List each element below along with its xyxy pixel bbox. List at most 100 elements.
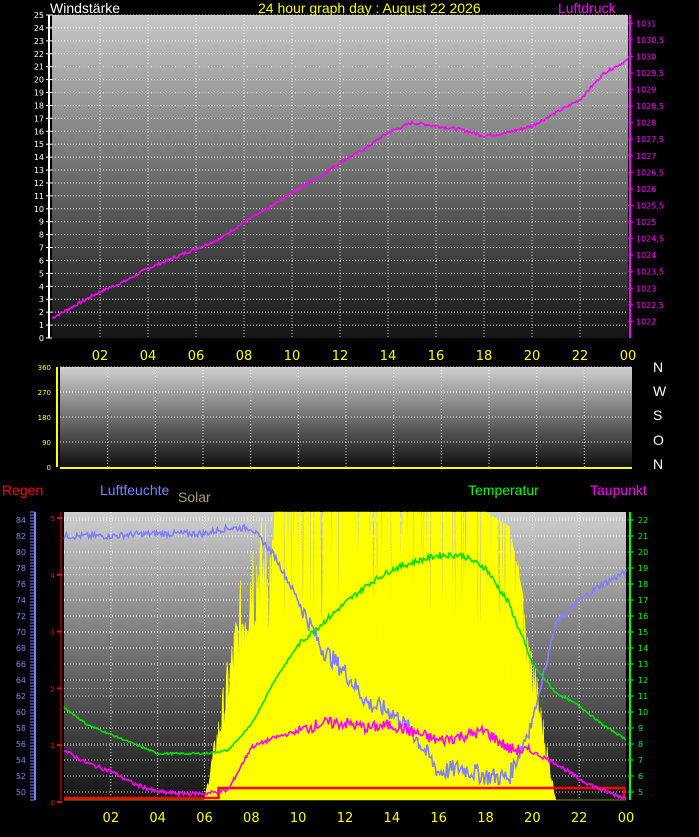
wind-tick-label: 12 xyxy=(34,179,44,188)
pressure-tick-label: 1028 xyxy=(636,119,656,128)
pressure-tick-label: 1023,5 xyxy=(636,268,664,277)
humidity-tick-label: 82 xyxy=(16,532,26,541)
wind-tick-label: 20 xyxy=(34,76,44,85)
chart-title: 24 hour graph day : August 22 2026 xyxy=(258,0,481,16)
panel1-x-tick-label: 22 xyxy=(572,349,589,364)
pressure-tick-label: 1028,5 xyxy=(636,102,664,111)
pressure-tick-label: 1024,5 xyxy=(636,235,664,244)
temperature-tick-label: 17 xyxy=(638,596,648,605)
direction-tick-label: 270 xyxy=(38,389,51,397)
pressure-tick-label: 1029 xyxy=(636,86,656,95)
pressure-tick-label: 1025,5 xyxy=(636,201,664,210)
temperature-tick-label: 5 xyxy=(638,788,643,797)
wind-tick-label: 24 xyxy=(34,24,44,33)
temperature-tick-label: 22 xyxy=(638,516,648,525)
humidity-tick-label: 54 xyxy=(16,756,26,765)
pressure-tick-label: 1022 xyxy=(636,317,656,326)
panel1-x-tick-label: 06 xyxy=(188,349,205,364)
wind-tick-label: 2 xyxy=(39,308,44,317)
rain-tick-label: 5 xyxy=(51,515,55,523)
panel3-x-tick-label: 00 xyxy=(618,811,635,826)
compass-north-bottom: N xyxy=(653,456,664,472)
temperature-tick-label: 21 xyxy=(638,532,648,541)
panel3-x-tick-label: 08 xyxy=(243,811,260,826)
temperature-label: Temperatur xyxy=(468,482,539,498)
chart-canvas: 0123456789101112131415161718192021222324… xyxy=(16,11,664,826)
pressure-tick-label: 1025 xyxy=(636,218,656,227)
direction-tick-label: 180 xyxy=(38,414,51,422)
wind-tick-label: 11 xyxy=(34,192,44,201)
panel3-x-tick-label: 18 xyxy=(477,811,494,826)
pressure-tick-label: 1029,5 xyxy=(636,69,664,78)
temperature-tick-label: 10 xyxy=(638,708,648,717)
wind-tick-label: 6 xyxy=(39,256,44,265)
humidity-label: Luftfeuchte xyxy=(100,482,170,498)
panel3-x-tick-label: 02 xyxy=(103,811,120,826)
compass-south: S xyxy=(653,407,663,423)
humidity-tick-label: 66 xyxy=(16,660,26,669)
direction-tick-label: 360 xyxy=(38,364,51,372)
direction-tick-label: 90 xyxy=(42,439,51,447)
compass-east: O xyxy=(653,432,664,448)
weather-graph: 0 1 2 3 4 5 6 7 8 9 10 11 12 13 14 15 16 17 18 19 20 21 22 23 24… xyxy=(0,0,699,833)
pressure-tick-label: 1030,5 xyxy=(636,36,664,45)
humidity-tick-label: 56 xyxy=(16,740,26,749)
humidity-tick-label: 72 xyxy=(16,612,26,621)
pressure-tick-label: 1026 xyxy=(636,185,656,194)
temperature-tick-label: 19 xyxy=(638,564,648,573)
dewpoint-label: Taupunkt xyxy=(590,482,647,498)
temperature-tick-label: 13 xyxy=(638,660,648,669)
pressure-tick-label: 1023 xyxy=(636,284,656,293)
rain-tick-label: 3 xyxy=(51,629,55,637)
temperature-tick-label: 20 xyxy=(638,548,648,557)
panel1-x-tick-label: 14 xyxy=(380,349,397,364)
panel1-x-tick-label: 10 xyxy=(284,349,301,364)
temperature-tick-label: 14 xyxy=(638,644,648,653)
humidity-tick-label: 52 xyxy=(16,772,26,781)
wind-tick-label: 13 xyxy=(34,166,44,175)
panel1-x-tick-label: 12 xyxy=(332,349,349,364)
temperature-tick-label: 6 xyxy=(638,772,643,781)
temperature-tick-label: 11 xyxy=(638,692,648,701)
wind-tick-label: 10 xyxy=(34,205,44,214)
panel1-x-tick-label: 16 xyxy=(428,349,445,364)
pressure-tick-label: 1026,5 xyxy=(636,168,664,177)
panel3-x-tick-label: 04 xyxy=(149,811,166,826)
humidity-tick-label: 50 xyxy=(16,788,26,797)
rain-label: Regen xyxy=(2,482,44,498)
humidity-tick-label: 76 xyxy=(16,580,26,589)
panel1-x-tick-label: 02 xyxy=(92,349,109,364)
humidity-tick-label: 68 xyxy=(16,644,26,653)
wind-tick-label: 5 xyxy=(39,269,44,278)
wind-tick-label: 22 xyxy=(34,50,44,59)
panel1-x-tick-label: 08 xyxy=(236,349,253,364)
panel1-x-tick-label: 04 xyxy=(140,349,157,364)
wind-tick-label: 15 xyxy=(34,140,44,149)
panel3-x-tick-label: 14 xyxy=(384,811,401,826)
panel1-x-tick-label: 00 xyxy=(620,349,637,364)
wind-tick-label: 16 xyxy=(34,127,44,136)
wind-tick-label: 4 xyxy=(39,282,44,291)
panel3-x-tick-label: 16 xyxy=(430,811,447,826)
pressure-tick-label: 1030 xyxy=(636,52,656,61)
rain-tick-label: 2 xyxy=(51,685,55,693)
pressure-tick-label: 1024 xyxy=(636,251,656,260)
solar-label: Solar xyxy=(178,489,211,505)
temperature-tick-label: 7 xyxy=(638,756,643,765)
wind-tick-label: 9 xyxy=(39,218,44,227)
temperature-tick-label: 18 xyxy=(638,580,648,589)
humidity-tick-label: 58 xyxy=(16,724,26,733)
direction-tick-label: 0 xyxy=(47,464,51,472)
wind-tick-label: 3 xyxy=(39,295,44,304)
wind-axis-title: Windstärke xyxy=(50,0,121,16)
wind-tick-label: 7 xyxy=(39,244,44,253)
humidity-tick-label: 70 xyxy=(16,628,26,637)
panel3-x-tick-label: 22 xyxy=(571,811,588,826)
panel3-x-tick-label: 20 xyxy=(524,811,541,826)
pressure-tick-label: 1027 xyxy=(636,152,656,161)
wind-tick-label: 14 xyxy=(34,153,44,162)
humidity-tick-label: 84 xyxy=(16,516,26,525)
humidity-tick-label: 74 xyxy=(16,596,26,605)
humidity-tick-label: 64 xyxy=(16,676,26,685)
wind-tick-label: 18 xyxy=(34,101,44,110)
